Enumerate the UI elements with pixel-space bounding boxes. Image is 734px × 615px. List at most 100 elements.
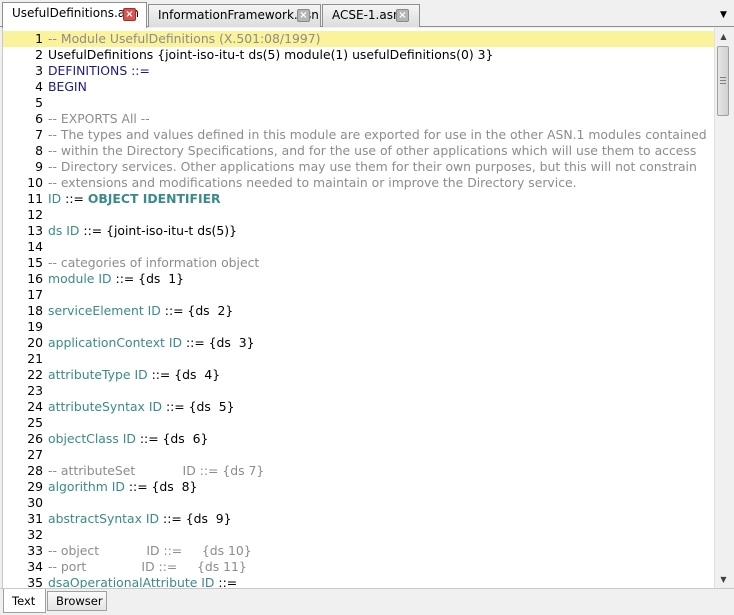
- code-line[interactable]: 26 objectClass ID ::= {ds 6}: [3, 431, 714, 447]
- code-line[interactable]: 16 module ID ::= {ds 1}: [3, 271, 714, 287]
- line-number: 32: [27, 527, 43, 542]
- grip-line: [720, 77, 726, 78]
- code-line[interactable]: 27: [3, 447, 714, 463]
- code-line[interactable]: 1 -- Module UsefulDefinitions (X.501:08/1…: [3, 31, 714, 47]
- code-line[interactable]: 14: [3, 239, 714, 255]
- tab-usefuldefinitions[interactable]: UsefulDefinitions.asn ×: [2, 2, 147, 28]
- code-editor[interactable]: 1 -- Module UsefulDefinitions (X.501:08/1…: [2, 28, 714, 588]
- code-line[interactable]: 12: [3, 207, 714, 223]
- code-line[interactable]: 28 -- attributeSet ID ::= {ds 7}: [3, 463, 714, 479]
- scroll-up-icon[interactable]: ▲: [715, 28, 732, 45]
- code-text: -- attributeSet ID ::= {ds 7}: [48, 463, 264, 479]
- code-line[interactable]: 8 -- within the Directory Specifications,…: [3, 143, 714, 159]
- document-tab-strip: UsefulDefinitions.asn × InformationFrame…: [0, 0, 734, 28]
- line-number: 15: [27, 255, 43, 270]
- code-token: objectClass ID: [48, 431, 136, 446]
- code-token: ::= {ds 1}: [111, 271, 185, 286]
- close-tab-icon[interactable]: ×: [123, 8, 136, 21]
- vertical-scrollbar[interactable]: ▲ ▼: [714, 28, 731, 588]
- line-number: 4: [35, 79, 43, 94]
- code-line[interactable]: 30: [3, 495, 714, 511]
- code-line[interactable]: 2 UsefulDefinitions {joint-iso-itu-t ds(5…: [3, 47, 714, 63]
- code-line[interactable]: 31 abstractSyntax ID ::= {ds 9}: [3, 511, 714, 527]
- code-line[interactable]: 22 attributeType ID ::= {ds 4}: [3, 367, 714, 383]
- tab-browser-view[interactable]: Browser: [47, 591, 107, 611]
- line-number: 6: [35, 111, 43, 126]
- line-number: 27: [27, 447, 43, 462]
- grip-line: [720, 80, 726, 81]
- line-number: 13: [27, 223, 43, 238]
- code-token: attributeSyntax ID: [48, 399, 163, 414]
- line-number: 21: [27, 351, 43, 366]
- code-text: objectClass ID ::= {ds 6}: [48, 431, 208, 447]
- code-line[interactable]: 11 ID ::= OBJECT IDENTIFIER: [3, 191, 714, 207]
- code-token: ::= {ds 3}: [182, 335, 255, 350]
- code-line[interactable]: 17: [3, 287, 714, 303]
- line-number: 16: [27, 271, 43, 286]
- code-line[interactable]: 3 DEFINITIONS ::=: [3, 63, 714, 79]
- code-line[interactable]: 9 -- Directory services. Other applicatio…: [3, 159, 714, 175]
- line-number: 19: [27, 319, 43, 334]
- code-line[interactable]: 29 algorithm ID ::= {ds 8}: [3, 479, 714, 495]
- code-token: UsefulDefinitions {joint-iso-itu-t ds(5)…: [48, 47, 494, 62]
- line-number: 14: [27, 239, 43, 254]
- code-text: -- within the Directory Specifications, …: [48, 143, 696, 159]
- code-text: serviceElement ID ::= {ds 2}: [48, 303, 233, 319]
- code-line[interactable]: 21: [3, 351, 714, 367]
- code-token: algorithm ID: [48, 479, 125, 494]
- line-number: 31: [27, 511, 43, 526]
- line-number: 29: [27, 479, 43, 494]
- code-line[interactable]: 5: [3, 95, 714, 111]
- close-tab-icon[interactable]: ×: [396, 9, 409, 22]
- code-token: applicationContext ID: [48, 335, 183, 350]
- code-line[interactable]: 7 -- The types and values defined in this…: [3, 127, 714, 143]
- scroll-down-icon[interactable]: ▼: [715, 571, 732, 588]
- tab-acse-1[interactable]: ACSE-1.asn ×: [322, 4, 420, 27]
- tab-informationframework[interactable]: InformationFramework.asn ×: [148, 4, 321, 27]
- code-token: BEGIN: [48, 79, 87, 94]
- code-token: ::= {joint-iso-itu-t ds(5)}: [79, 223, 237, 238]
- scrollbar-thumb[interactable]: [717, 46, 729, 116]
- code-text: -- object ID ::= {ds 10}: [48, 543, 252, 559]
- code-text: ds ID ::= {joint-iso-itu-t ds(5)}: [48, 223, 237, 239]
- code-text: ID ::= OBJECT IDENTIFIER: [48, 191, 221, 207]
- code-token: attributeType ID: [48, 367, 148, 382]
- close-tab-icon[interactable]: ×: [297, 9, 310, 22]
- code-line[interactable]: 10 -- extensions and modifications needed…: [3, 175, 714, 191]
- code-line[interactable]: 6 -- EXPORTS All --: [3, 111, 714, 127]
- line-number: 24: [27, 399, 43, 414]
- code-token: -- extensions and modifications needed t…: [48, 175, 577, 190]
- code-token: DEFINITIONS ::=: [48, 63, 150, 78]
- code-line[interactable]: 35 dsaOperationalAttribute ID ::=: [3, 575, 714, 588]
- code-line[interactable]: 15 -- categories of information object: [3, 255, 714, 271]
- code-text: -- EXPORTS All --: [48, 111, 150, 127]
- line-number: 23: [27, 383, 43, 398]
- tab-text-view[interactable]: Text: [3, 589, 46, 613]
- code-line[interactable]: 24 attributeSyntax ID ::= {ds 5}: [3, 399, 714, 415]
- code-token: -- EXPORTS All --: [48, 111, 150, 126]
- code-token: dsaOperationalAttribute ID: [48, 575, 215, 588]
- code-line[interactable]: 19: [3, 319, 714, 335]
- code-token: abstractSyntax ID: [48, 511, 160, 526]
- code-line[interactable]: 23: [3, 383, 714, 399]
- code-token: serviceElement ID: [48, 303, 161, 318]
- line-number: 5: [35, 95, 43, 110]
- code-text: applicationContext ID ::= {ds 3}: [48, 335, 255, 351]
- code-line[interactable]: 25: [3, 415, 714, 431]
- code-text: attributeType ID ::= {ds 4}: [48, 367, 220, 383]
- line-number: 8: [35, 143, 43, 158]
- code-line[interactable]: 13 ds ID ::= {joint-iso-itu-t ds(5)}: [3, 223, 714, 239]
- code-token: -- Directory services. Other application…: [48, 159, 697, 174]
- code-line[interactable]: 18 serviceElement ID ::= {ds 2}: [3, 303, 714, 319]
- code-line[interactable]: 33 -- object ID ::= {ds 10}: [3, 543, 714, 559]
- code-line[interactable]: 4 BEGIN: [3, 79, 714, 95]
- code-token: ds ID: [48, 223, 80, 238]
- code-line[interactable]: 20 applicationContext ID ::= {ds 3}: [3, 335, 714, 351]
- code-line[interactable]: 32: [3, 527, 714, 543]
- code-line[interactable]: 34 -- port ID ::= {ds 11}: [3, 559, 714, 575]
- code-text: algorithm ID ::= {ds 8}: [48, 479, 197, 495]
- line-number: 33: [27, 543, 43, 558]
- tab-label: ACSE-1.asn: [332, 8, 401, 22]
- code-token: -- port ID ::= {ds 11}: [48, 559, 247, 574]
- tab-list-dropdown-icon[interactable]: ▼: [719, 11, 728, 20]
